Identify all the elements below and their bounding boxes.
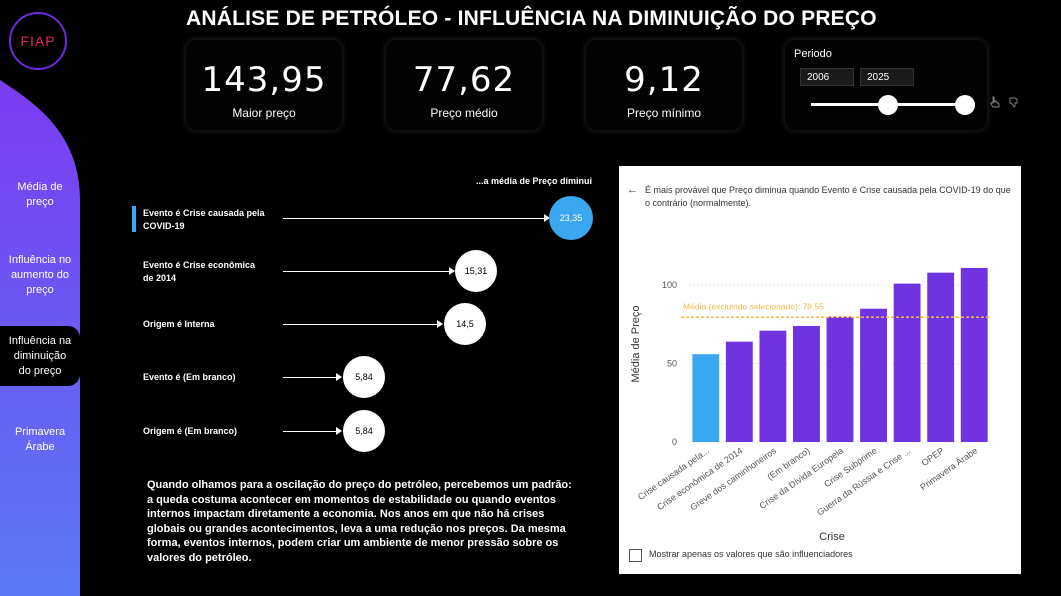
y-tick-label: 100 xyxy=(662,280,677,290)
kpi-value: 9,12 xyxy=(624,60,704,100)
influencer-label-line: de 2014 xyxy=(143,273,177,283)
nav-label-line: Influência na xyxy=(8,335,72,347)
influencer-bubble[interactable]: 15,31 xyxy=(455,250,497,292)
nav-label-line: preço xyxy=(26,196,54,208)
kpi-value: 77,62 xyxy=(412,60,516,100)
fiap-logo: FIAP xyxy=(9,12,67,70)
period-slider-end-thumb[interactable] xyxy=(955,95,975,115)
influencer-bubble[interactable]: 5,84 xyxy=(343,356,385,398)
period-start-input[interactable]: 2006 xyxy=(800,68,854,86)
y-axis-title: Média de Preço xyxy=(630,305,642,382)
nav-label-line: aumento do xyxy=(10,269,70,281)
kpi-label: Preço médio xyxy=(430,106,498,120)
kpi-card-maior-preco: 143,95 Maior preço xyxy=(186,40,342,130)
bar xyxy=(826,316,854,442)
influencer-label-line: Origem é Interna xyxy=(143,319,215,329)
influencer-header: ...a média de Preço diminui xyxy=(476,176,593,186)
arrow-head-icon xyxy=(336,373,342,381)
sidebar-background xyxy=(0,80,80,596)
bar xyxy=(927,272,955,442)
narrative-text: Quando olhamos para a oscilação do preço… xyxy=(147,479,572,564)
period-slicer: Periodo 2006 2025 xyxy=(785,40,987,130)
influencer-label[interactable]: Evento é (Em branco) xyxy=(143,371,278,384)
hand-pointer-icon[interactable] xyxy=(989,96,1001,108)
arrow-head-icon xyxy=(437,320,443,328)
page-title: ANÁLISE DE PETRÓLEO - INFLUÊNCIA NA DIMI… xyxy=(186,7,877,30)
influencer-bubble[interactable]: 14,5 xyxy=(444,303,486,345)
influencer-detail-panel: ← É mais provável que Preço diminua quan… xyxy=(619,166,1021,574)
nav-item-influencia-aumento[interactable]: Influência no aumento do preço xyxy=(0,253,80,298)
back-arrow-icon[interactable]: ← xyxy=(627,184,638,196)
kpi-label: Maior preço xyxy=(232,106,296,120)
influencer-arrow-line xyxy=(283,377,337,378)
nav-item-influencia-diminuicao[interactable]: Influência na diminuição do preço xyxy=(0,334,80,379)
bar xyxy=(725,341,753,442)
influencer-arrow-line xyxy=(283,271,451,272)
show-influencers-label: Mostrar apenas os valores que são influe… xyxy=(649,549,853,559)
x-tick-label: OPEP xyxy=(920,445,946,468)
show-influencers-checkbox[interactable] xyxy=(629,549,642,562)
x-tick-label: Primavera Árabe xyxy=(918,445,979,492)
reference-line-label: Média (excluindo selecionado): 79,55 xyxy=(683,301,824,311)
nav-item-primavera-arabe[interactable]: Primavera Árabe xyxy=(0,425,80,455)
influencer-description: É mais provável que Preço diminua quando… xyxy=(645,185,1011,208)
y-tick-label: 50 xyxy=(667,359,677,369)
bar xyxy=(893,283,921,442)
influencer-label[interactable]: Evento é Crise causada pela COVID-19 xyxy=(143,207,278,233)
influencer-label[interactable]: Evento é Crise econômica de 2014 xyxy=(143,259,278,285)
bar xyxy=(860,308,887,442)
y-tick-label: 0 xyxy=(672,437,677,447)
bar xyxy=(793,325,820,442)
selected-indicator xyxy=(132,206,136,232)
thumbs-down-icon[interactable] xyxy=(1008,96,1020,108)
bar xyxy=(692,354,720,442)
nav-label-line: Média de xyxy=(17,181,63,193)
kpi-card-preco-minimo: 9,12 Preço mínimo xyxy=(586,40,742,130)
influencer-label-line: COVID-19 xyxy=(143,221,185,231)
nav-label-line: Primavera xyxy=(14,426,66,438)
kpi-label: Preço mínimo xyxy=(626,106,702,120)
influencer-arrow-line xyxy=(283,324,439,325)
period-label: Periodo xyxy=(794,48,832,60)
influencer-label[interactable]: Origem é Interna xyxy=(143,318,278,331)
period-slider-start-thumb[interactable] xyxy=(878,95,898,115)
kpi-card-preco-medio: 77,62 Preço médio xyxy=(386,40,542,130)
nav-label-line: Influência no xyxy=(8,254,72,266)
nav-label-line: preço xyxy=(26,284,54,296)
kpi-value: 143,95 xyxy=(201,60,327,100)
nav-label-line: diminuição xyxy=(13,350,67,362)
influencer-label-line: Evento é Crise causada pela xyxy=(143,208,265,218)
nav-label-line: do preço xyxy=(18,365,62,377)
influencer-label-line: Origem é (Em branco) xyxy=(143,426,238,436)
influencer-label-line: Evento é (Em branco) xyxy=(143,372,236,382)
influencer-bubble[interactable]: 23,35 xyxy=(549,196,593,240)
period-end-input[interactable]: 2025 xyxy=(860,68,914,86)
bar-chart: 050100Crise causada pela...Crise econômi… xyxy=(630,267,991,543)
influencer-bubble[interactable]: 5,84 xyxy=(343,410,385,452)
influencer-label-line: Evento é Crise econômica xyxy=(143,260,256,270)
arrow-head-icon xyxy=(336,427,342,435)
bar xyxy=(960,267,988,442)
influencer-arrow-line xyxy=(283,431,337,432)
influencer-arrow-line xyxy=(283,218,546,219)
x-axis-title: Crise xyxy=(819,531,845,543)
nav-label-line: Árabe xyxy=(25,441,55,453)
influencer-label[interactable]: Origem é (Em branco) xyxy=(143,425,278,438)
bar xyxy=(759,330,787,442)
nav-item-media-preco[interactable]: Média de preço xyxy=(0,180,80,210)
